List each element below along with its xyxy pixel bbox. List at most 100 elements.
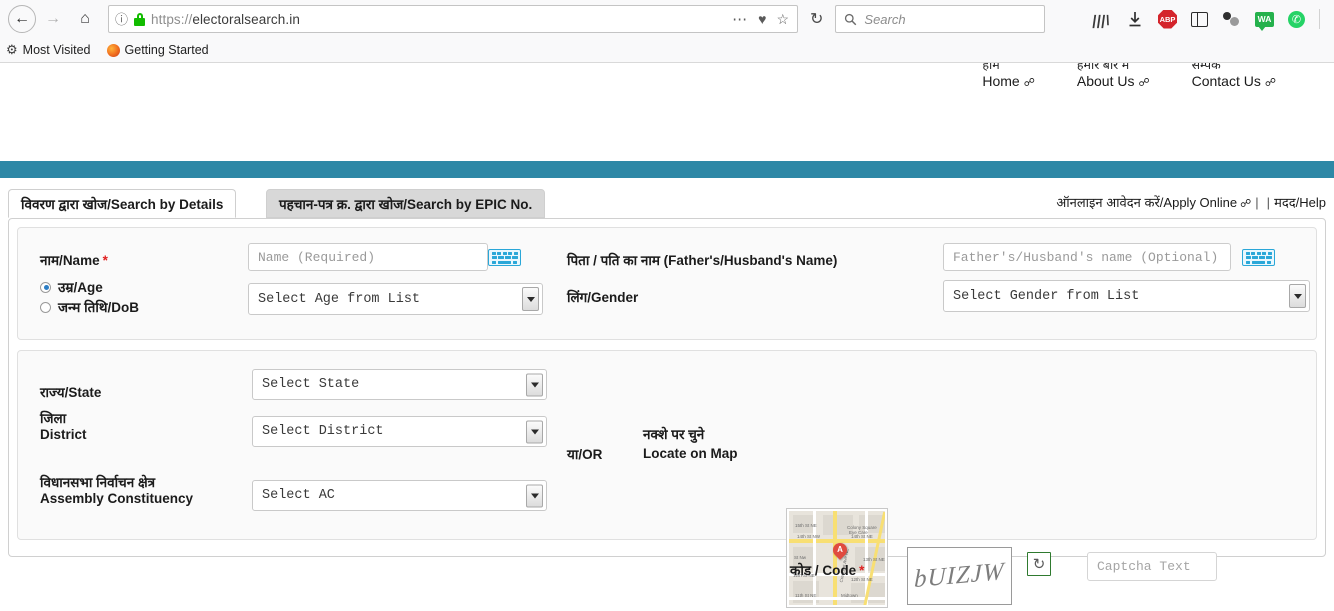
gender-select[interactable]: Select Gender from List [943,280,1310,312]
wa-extension-icon[interactable]: WA [1255,11,1274,31]
captcha-label: कोड / Code * [790,563,865,578]
browser-toolbar: ← → ⌂ ⓘ https://electoralsearch.in ⋯ ♥ ☆… [0,0,1334,38]
page-info-icon[interactable]: ⓘ [115,13,128,26]
external-link-icon: ☍ [1138,77,1150,89]
sidebar-icon[interactable] [1191,11,1208,27]
bookmarks-bar: ⚙ Most Visited Getting Started [0,38,1334,62]
forward-arrow-icon[interactable]: → [38,4,68,34]
chevron-down-icon[interactable] [1289,284,1306,308]
bookmark-label: Getting Started [124,43,209,57]
downloads-icon[interactable] [1125,10,1144,29]
back-arrow-icon[interactable]: ← [8,5,36,33]
state-label: राज्य/State [40,385,102,400]
radio-dob[interactable]: जन्म तिथि/DoB [40,298,139,316]
url-scheme: https:// [151,11,193,27]
district-select[interactable]: Select District [252,416,547,447]
captcha-text: bUIZJW [914,557,1005,594]
radio-age[interactable]: उम्र/Age [40,278,139,296]
district-label-hindi: जिला [40,411,67,426]
name-input[interactable]: Name (Required) [248,243,488,271]
father-name-input[interactable]: Father's/Husband's name (Optional) [943,243,1231,271]
gender-select-value: Select Gender from List [953,288,1140,304]
tab-search-by-epic[interactable]: पहचान-पत्र क्र. द्वारा खोज/Search by EPI… [266,189,546,218]
father-name-label: पिता / पति का नाम (Father's/Husband's Na… [567,253,838,268]
nav-item-contact-us[interactable]: सम्पर्क Contact Us ☍ [1192,63,1276,92]
gear-icon: ⚙ [6,42,18,57]
radio-dob-button[interactable] [40,301,51,313]
whatsapp-icon[interactable]: ✆ [1288,10,1305,28]
name-input-placeholder: Name (Required) [258,249,376,265]
name-required-asterisk: * [102,253,108,268]
link-separator-2: | [1266,194,1271,210]
age-dob-radio-group: उम्र/Age जन्म तिथि/DoB [40,278,139,318]
virtual-keyboard-icon-name[interactable] [488,249,521,266]
page-actions-icon[interactable]: ⋯ [732,12,748,27]
url-host: electoralsearch.in [192,11,300,27]
refresh-icon[interactable]: ↻ [1027,552,1051,576]
map-label-english: Locate on Map [643,446,738,461]
reload-icon[interactable]: ↻ [810,9,823,29]
map-thumbnail[interactable]: 15th St NE Colony Square Eye Care 14th S… [786,508,888,608]
bookmark-label: Most Visited [22,43,91,57]
molecule-icon[interactable] [1222,10,1241,29]
nav-item-contact-label: Contact Us ☍ [1191,73,1276,89]
nav-item-about-hindi: हमारे बारे में [1076,63,1130,72]
age-select-value: Select Age from List [258,291,421,307]
map-pin-icon: A [830,540,850,560]
site-top-nav: होम Home ☍ हमारे बारे में About Us ☍ सम्पर… [0,63,1334,100]
name-label: नाम/Name * [40,253,108,268]
chevron-down-icon[interactable] [526,484,543,507]
extension-toolbar: |||\ ABP WA ✆ [1091,9,1326,31]
virtual-keyboard-icon-father[interactable] [1242,249,1275,266]
adblock-plus-icon[interactable]: ABP [1158,9,1177,29]
age-select[interactable]: Select Age from List [248,283,543,315]
external-link-icon: ☍ [1264,77,1276,89]
search-form-container: नाम/Name * Name (Required) उम्र/Age जन्म … [8,218,1326,608]
location-details-panel: राज्य/State Select State जिला District S… [17,350,1317,608]
bookmark-getting-started[interactable]: Getting Started [106,43,209,57]
chevron-down-icon[interactable] [526,373,543,396]
captcha-input[interactable]: Captcha Text [1087,552,1217,581]
tab-search-by-details[interactable]: विवरण द्वारा खोज/Search by Details [8,189,237,218]
pocket-icon[interactable]: ♥ [758,12,766,26]
district-label-english: District [40,427,87,442]
search-bar[interactable]: Search [835,5,1046,33]
teal-divider-bar [0,161,1334,178]
state-select[interactable]: Select State [252,369,547,400]
home-icon[interactable]: ⌂ [70,4,100,34]
gender-label: लिंग/Gender [567,290,639,305]
father-name-placeholder: Father's/Husband's name (Optional) [953,249,1219,265]
help-link[interactable]: मदद/Help [1274,193,1326,211]
apply-online-link[interactable]: ऑनलाइन आवेदन करें/Apply Online ☍ [1056,193,1251,211]
chevron-down-icon[interactable] [522,287,539,311]
external-link-icon: ☍ [1023,77,1035,89]
assembly-constituency-label: विधानसभा निर्वाचन क्षेत्र Assembly Const… [40,473,193,506]
browser-chrome: ← → ⌂ ⓘ https://electoralsearch.in ⋯ ♥ ☆… [0,0,1334,63]
firefox-icon [106,43,120,57]
captcha-required-asterisk: * [859,563,865,578]
radio-age-button[interactable] [40,281,51,293]
bookmark-most-visited[interactable]: ⚙ Most Visited [6,42,91,58]
radio-age-label: उम्र/Age [58,280,103,295]
ac-select[interactable]: Select AC [252,480,547,511]
library-icon[interactable]: |||\ [1091,10,1113,29]
page-content: होम Home ☍ हमारे बारे में About Us ☍ सम्पर… [0,63,1334,611]
district-select-value: Select District [262,424,384,439]
nav-item-about-us[interactable]: हमारे बारे में About Us ☍ [1077,63,1150,92]
locate-on-map-label[interactable]: नक्शे पर चुने Locate on Map [643,425,738,461]
ac-select-value: Select AC [262,488,335,503]
bookmark-star-icon[interactable]: ☆ [776,12,789,26]
captcha-image: bUIZJW [907,547,1012,605]
search-icon [845,13,857,25]
or-label: या/OR [567,447,603,462]
chevron-down-icon[interactable] [526,420,543,443]
nav-item-home[interactable]: होम Home ☍ [982,63,1035,92]
captcha-input-placeholder: Captcha Text [1097,559,1191,574]
nav-item-home-label: Home ☍ [982,73,1035,89]
lock-icon [134,12,146,26]
nav-item-contact-hindi: सम्पर्क [1191,63,1221,72]
external-link-icon: ☍ [1240,198,1252,210]
address-bar[interactable]: ⓘ https://electoralsearch.in ⋯ ♥ ☆ [108,5,798,33]
ac-label-hindi: विधानसभा निर्वाचन क्षेत्र [40,475,156,490]
search-input-placeholder: Search [864,11,906,27]
